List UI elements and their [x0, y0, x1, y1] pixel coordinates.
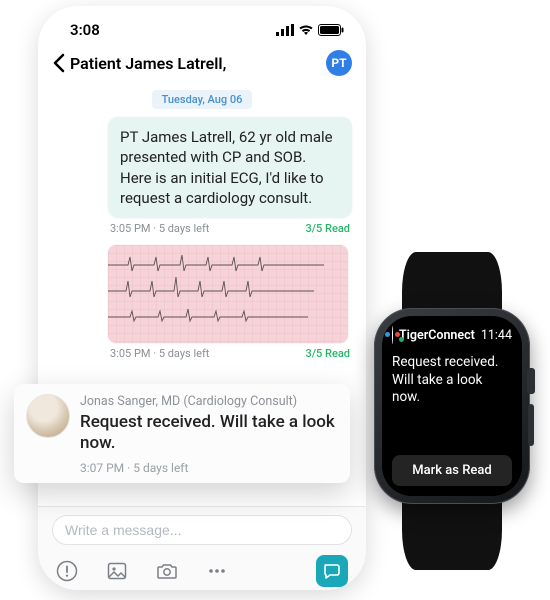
gallery-icon[interactable] — [106, 560, 128, 582]
signal-icon — [276, 24, 294, 36]
message-timestamp: 3:05 PM · 5 days left — [110, 222, 209, 235]
watch-message-text: Request received. Will take a look now. — [392, 344, 512, 455]
statusbar-indicators — [276, 24, 344, 36]
message-read-status: 3/5 Read — [306, 222, 350, 235]
notification-text: Request received. Will take a look now. — [80, 412, 338, 455]
back-chevron-icon[interactable] — [52, 53, 66, 73]
patient-avatar[interactable]: PT — [326, 50, 352, 76]
phone-frame: 3:08 Patient James Latrell, PT Tuesday, … — [38, 6, 366, 590]
status-bar: 3:08 — [38, 6, 366, 46]
app-logo-icon — [392, 326, 393, 344]
composer — [38, 506, 366, 590]
message-meta: 3:05 PM · 5 days left 3/5 Read — [108, 222, 352, 235]
nav-bar: Patient James Latrell, PT — [38, 46, 366, 84]
notification-sender: Jonas Sanger, MD (Cardiology Consult) — [80, 394, 338, 409]
watch-band — [402, 500, 502, 570]
ecg-attachment[interactable] — [108, 245, 348, 343]
message-meta: 3:05 PM · 5 days left 3/5 Read — [108, 347, 352, 360]
message-timestamp: 3:05 PM · 5 days left — [110, 347, 209, 360]
watch-app-name: TigerConnect — [399, 328, 475, 343]
message-input[interactable] — [52, 515, 352, 545]
notification-card[interactable]: Jonas Sanger, MD (Cardiology Consult) Re… — [14, 384, 350, 483]
sender-avatar — [26, 394, 70, 438]
more-icon[interactable] — [206, 560, 228, 582]
priority-icon[interactable] — [56, 560, 78, 582]
battery-icon — [318, 24, 344, 36]
message-read-status: 3/5 Read — [306, 347, 350, 360]
watch-frame: TigerConnect 11:44 Request received. Wil… — [368, 252, 536, 570]
mark-as-read-button[interactable]: Mark as Read — [392, 455, 512, 486]
wifi-icon — [298, 24, 314, 36]
camera-icon[interactable] — [156, 560, 178, 582]
watch-time: 11:44 — [481, 328, 512, 343]
watch-case: TigerConnect 11:44 Request received. Wil… — [374, 308, 530, 504]
date-separator: Tuesday, Aug 06 — [152, 90, 253, 109]
watch-side-button[interactable] — [528, 404, 534, 446]
nav-title[interactable]: Patient James Latrell, — [70, 54, 226, 73]
statusbar-time: 3:08 — [70, 21, 100, 39]
watch-screen[interactable]: TigerConnect 11:44 Request received. Wil… — [382, 316, 522, 496]
quick-reply-button[interactable] — [316, 555, 348, 587]
watch-crown[interactable] — [527, 368, 535, 394]
notification-meta: 3:07 PM · 5 days left — [80, 461, 338, 475]
message-bubble[interactable]: PT James Latrell, 62 yr old male present… — [108, 117, 352, 218]
